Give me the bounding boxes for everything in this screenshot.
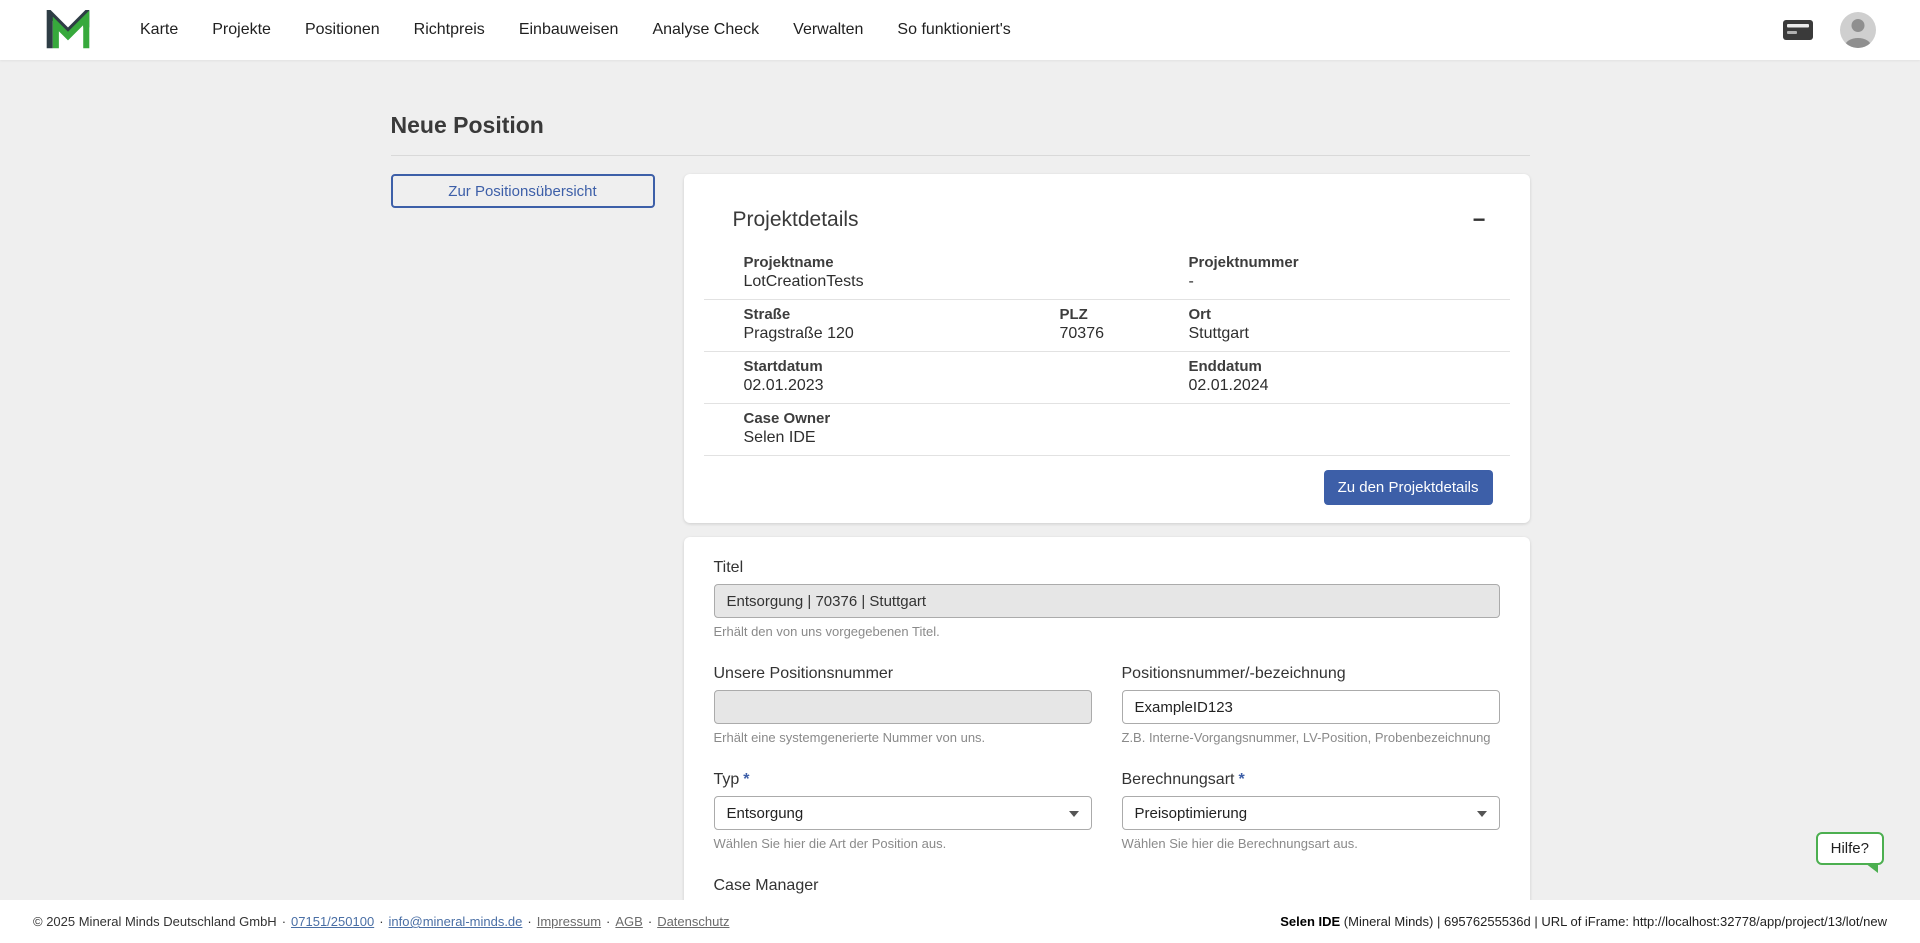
nav-item-einbauweisen[interactable]: Einbauweisen [519,21,619,39]
positionsnummer-input[interactable] [1122,690,1500,724]
chevron-down-icon [1069,811,1079,817]
projektdetails-card: Projektdetails − Projektname LotCreation… [684,174,1530,523]
zur-positionsuebersicht-button[interactable]: Zur Positionsübersicht [391,174,655,208]
unsere-positionsnummer-group: Unsere Positionsnummer Erhält eine syste… [714,665,1092,745]
help-button[interactable]: Hilfe? [1816,832,1884,865]
table-row: Straße Pragstraße 120 PLZ 70376 Ort Stut… [704,300,1510,352]
main-nav: Karte Projekte Positionen Richtpreis Ein… [140,21,1011,39]
strasse-value: Pragstraße 120 [744,325,1060,343]
plz-value: 70376 [1060,325,1189,343]
titel-label: Titel [714,559,1500,577]
plz-cell: PLZ 70376 [1060,306,1189,343]
projektnummer-cell: Projektnummer - [1189,254,1510,291]
separator: · [379,914,383,929]
zu-den-projektdetails-button[interactable]: Zu den Projektdetails [1324,470,1493,505]
collapse-minus-icon[interactable]: − [1473,209,1486,231]
case-manager-label: Case Manager [714,877,1500,895]
nav-item-positionen[interactable]: Positionen [305,21,380,39]
chevron-down-icon [1477,811,1487,817]
berechnungsart-group: Berechnungsart* Preisoptimierung Wählen … [1122,771,1500,851]
nav-item-richtpreis[interactable]: Richtpreis [414,21,485,39]
table-row: Projektname LotCreationTests Projektnumm… [704,248,1510,300]
case-owner-cell: Case Owner Selen IDE [744,410,1510,447]
nav-item-projekte[interactable]: Projekte [212,21,271,39]
startdatum-label: Startdatum [744,358,1189,375]
enddatum-value: 02.01.2024 [1189,377,1510,395]
table-row: Case Owner Selen IDE [704,404,1510,456]
separator: · [282,914,286,929]
typ-group: Typ* Entsorgung Wählen Sie hier die Art … [714,771,1092,851]
datenschutz-link[interactable]: Datenschutz [657,914,729,929]
footer: © 2025 Mineral Minds Deutschland GmbH · … [0,900,1920,943]
user-avatar-icon[interactable] [1840,12,1876,48]
berechnungsart-label: Berechnungsart* [1122,771,1500,789]
positionsnummer-label: Positionsnummer/-bezeichnung [1122,665,1500,683]
top-navigation-bar: Karte Projekte Positionen Richtpreis Ein… [0,0,1920,60]
separator: · [527,914,531,929]
strasse-cell: Straße Pragstraße 120 [744,306,1060,343]
projektname-label: Projektname [744,254,1189,271]
plz-label: PLZ [1060,306,1189,323]
projektdetails-table: Projektname LotCreationTests Projektnumm… [704,248,1510,456]
enddatum-cell: Enddatum 02.01.2024 [1189,358,1510,395]
impressum-link[interactable]: Impressum [537,914,601,929]
case-owner-label: Case Owner [744,410,1510,427]
footer-session-text: (Mineral Minds) | 69576255536d | URL of … [1340,914,1887,929]
table-row: Startdatum 02.01.2023 Enddatum 02.01.202… [704,352,1510,404]
title-divider [391,155,1530,156]
page-title: Neue Position [391,112,1530,139]
berechnungsart-select[interactable]: Preisoptimierung [1122,796,1500,830]
avatar-body [1845,38,1871,48]
separator: · [606,914,610,929]
nav-item-analyse-check[interactable]: Analyse Check [652,21,759,39]
unsere-positionsnummer-helper: Erhält eine systemgenerierte Nummer von … [714,730,1092,745]
titel-input [714,584,1500,618]
startdatum-value: 02.01.2023 [744,377,1189,395]
ort-label: Ort [1189,306,1510,323]
footer-left: © 2025 Mineral Minds Deutschland GmbH · … [33,914,729,929]
projektdetails-title: Projektdetails [733,208,859,232]
typ-select[interactable]: Entsorgung [714,796,1092,830]
ort-value: Stuttgart [1189,325,1510,343]
berechnungsart-helper: Wählen Sie hier die Berechnungsart aus. [1122,836,1500,851]
phone-link[interactable]: 07151/250100 [291,914,374,929]
enddatum-label: Enddatum [1189,358,1510,375]
projektname-value: LotCreationTests [744,273,1189,291]
positionsnummer-helper: Z.B. Interne-Vorgangsnummer, LV-Position… [1122,730,1500,745]
position-form-card: Titel Erhält den von uns vorgegebenen Ti… [684,537,1530,943]
header-right-actions [1782,12,1876,48]
typ-label: Typ* [714,771,1092,789]
ort-cell: Ort Stuttgart [1189,306,1510,343]
case-owner-value: Selen IDE [744,429,1510,447]
mineral-minds-logo[interactable] [46,10,90,50]
separator: · [648,914,652,929]
copyright-text: © 2025 Mineral Minds Deutschland GmbH [33,914,277,929]
avatar-head [1852,19,1865,32]
agb-link[interactable]: AGB [615,914,642,929]
projektnummer-label: Projektnummer [1189,254,1510,271]
required-asterisk: * [743,771,749,788]
required-asterisk: * [1238,771,1244,788]
berechnungsart-select-value: Preisoptimierung [1135,805,1248,822]
footer-user-name: Selen IDE [1280,914,1340,929]
titel-group: Titel Erhält den von uns vorgegebenen Ti… [714,559,1500,639]
card-reader-icon[interactable] [1782,19,1814,41]
typ-select-value: Entsorgung [727,805,804,822]
strasse-label: Straße [744,306,1060,323]
main-content: Neue Position Zur Positionsübersicht Pro… [0,60,1920,943]
startdatum-cell: Startdatum 02.01.2023 [744,358,1189,395]
email-link[interactable]: info@mineral-minds.de [389,914,523,929]
projektname-cell: Projektname LotCreationTests [744,254,1189,291]
footer-session-info: Selen IDE (Mineral Minds) | 69576255536d… [1280,914,1887,929]
logo-icon [46,10,90,50]
titel-helper: Erhält den von uns vorgegebenen Titel. [714,624,1500,639]
nav-item-so-funktionierts[interactable]: So funktioniert's [897,21,1010,39]
positionsnummer-group: Positionsnummer/-bezeichnung Z.B. Intern… [1122,665,1500,745]
typ-helper: Wählen Sie hier die Art der Position aus… [714,836,1092,851]
projektnummer-value: - [1189,273,1510,291]
unsere-positionsnummer-input [714,690,1092,724]
nav-item-verwalten[interactable]: Verwalten [793,21,863,39]
unsere-positionsnummer-label: Unsere Positionsnummer [714,665,1092,683]
nav-item-karte[interactable]: Karte [140,21,178,39]
